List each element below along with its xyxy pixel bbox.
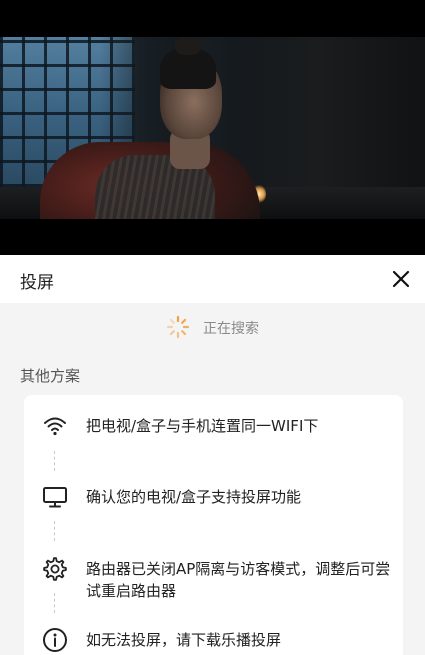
searching-text: 正在搜索 (203, 321, 259, 337)
searching-status: 正在搜索 (0, 313, 425, 341)
panel-title: 投屏 (20, 273, 54, 293)
video-frame (0, 37, 425, 219)
section-title: 其他方案 (20, 367, 81, 385)
step-connector (54, 593, 55, 613)
video-player[interactable] (0, 0, 425, 255)
step-connector (54, 521, 55, 541)
close-icon[interactable] (389, 267, 413, 291)
step-connector (54, 451, 55, 471)
wifi-icon (44, 417, 66, 436)
troubleshoot-card: 把电视/盒子与手机连置同一WIFI下 确认您的电视/盒子支持投屏功能 路由器已关… (24, 395, 403, 655)
step-text: 如无法投屏，请下载乐播投屏 (86, 631, 282, 649)
cast-panel: 投屏 正在搜索 其他方案 把电视/盒子与手机连置同一WIFI下 确认您的电视/盒… (0, 255, 425, 655)
panel-header: 投屏 (0, 255, 425, 303)
step-text: 把电视/盒子与手机连置同一WIFI下 (86, 417, 319, 435)
info-icon (43, 628, 67, 652)
gear-icon (43, 557, 67, 581)
tv-monitor-icon (43, 487, 67, 508)
step-text: 路由器已关闭AP隔离与访客模式，调整后可尝试重启路由器 (86, 560, 391, 600)
loading-spinner-icon (166, 315, 190, 339)
step-text: 确认您的电视/盒子支持投屏功能 (86, 488, 302, 506)
